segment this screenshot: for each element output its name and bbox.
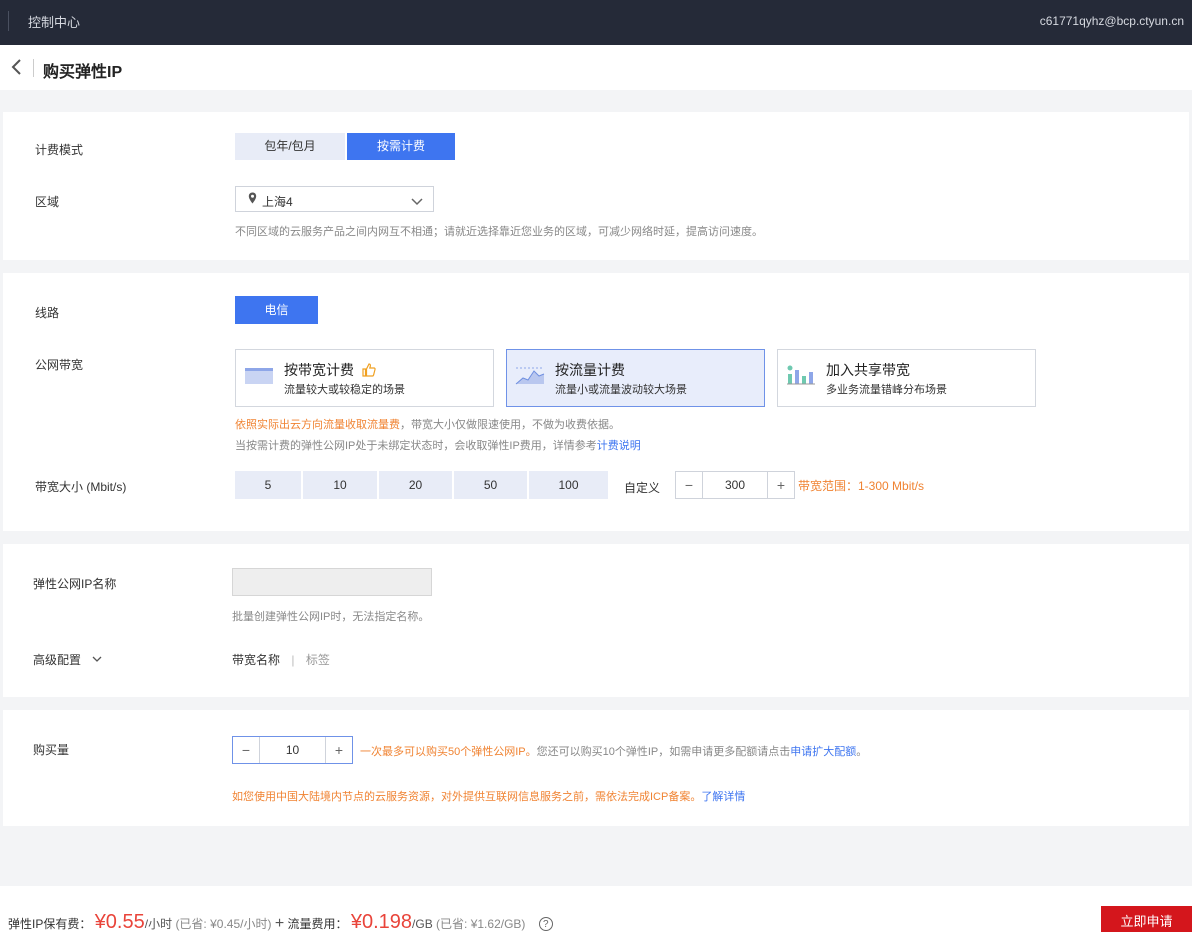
flow-fee-label: 流量费用：	[287, 917, 348, 931]
bandwidth-name-link[interactable]: 带宽名称	[232, 653, 280, 667]
price-footer: 弹性IP保有费： ¥0.55/小时 (已省: ¥0.45/小时) + 流量费用：…	[0, 886, 1192, 932]
bw-card-by-traffic[interactable]: 按流量计费 流量小或流量波动较大场景	[506, 349, 765, 407]
bw-card-title: 按流量计费	[555, 362, 625, 378]
console-link[interactable]: 控制中心	[28, 12, 80, 31]
eip-fee-price: ¥0.55	[94, 911, 145, 932]
price-summary: 弹性IP保有费： ¥0.55/小时 (已省: ¥0.45/小时) + 流量费用：…	[8, 886, 553, 932]
quantity-note: 一次最多可以购买50个弹性公网IP。您还可以购买10个弹性IP，如需申请更多配额…	[360, 746, 868, 758]
bandwidth-note-2: 当按需计费的弹性公网IP处于未绑定状态时，会收取弹性IP费用，详情参考计费说明	[235, 440, 641, 452]
quantity-input[interactable]: 10	[259, 737, 326, 763]
name-section: 弹性公网IP名称 批量创建弹性公网IP时，无法指定名称。 高级配置 带宽名称 |…	[3, 544, 1189, 697]
eip-name-label: 弹性公网IP名称	[33, 577, 117, 591]
billing-mode-label: 计费模式	[35, 143, 84, 157]
bw-size-option[interactable]: 20	[379, 471, 452, 499]
eip-fee-label: 弹性IP保有费：	[8, 917, 92, 931]
billing-doc-link[interactable]: 计费说明	[597, 440, 641, 452]
bw-card-by-bandwidth[interactable]: 按带宽计费 流量较大或较稳定的场景	[235, 349, 494, 407]
bw-size-option[interactable]: 100	[529, 471, 608, 499]
thumbs-up-icon	[362, 363, 376, 380]
quantity-stepper: − 10 +	[232, 736, 353, 764]
eip-name-input[interactable]	[232, 568, 432, 596]
custom-label: 自定义	[624, 481, 661, 495]
billing-region-section: 计费模式 包年/包月 按需计费 区域 上海4 不同区域的云服务产品之间内网互不相…	[3, 112, 1189, 260]
region-value: 上海4	[262, 195, 293, 209]
page-title: 购买弹性IP	[43, 64, 123, 81]
apply-quota-link[interactable]: 申请扩大配额	[790, 746, 856, 758]
location-pin-icon	[248, 192, 257, 207]
bandwidth-range-hint: 带宽范围：1-300 Mbit/s	[798, 479, 925, 493]
traffic-chart-icon	[515, 362, 545, 388]
bandwidth-size-label: 带宽大小 (Mbit/s)	[35, 480, 127, 494]
bw-card-title: 加入共享带宽	[826, 362, 910, 378]
eip-name-hint: 批量创建弹性公网IP时，无法指定名称。	[232, 611, 430, 623]
bandwidth-note-1: 依照实际出云方向流量收取流量费，带宽大小仅做限速使用，不做为收费依据。	[235, 419, 620, 431]
top-navbar: 控制中心 c61771qyhz@bcp.ctyun.cn	[0, 0, 1192, 45]
public-bandwidth-label: 公网带宽	[35, 358, 84, 372]
bandwidth-chart-icon	[244, 362, 274, 388]
shared-bandwidth-icon	[786, 362, 816, 388]
chevron-down-icon	[411, 195, 423, 209]
eip-fee-saved: (已省: ¥0.45/小时)	[175, 917, 272, 931]
eip-fee-unit: /小时	[144, 917, 173, 931]
title-divider	[33, 59, 34, 77]
flow-fee-unit: /GB	[412, 917, 433, 931]
advanced-config-toggle[interactable]: 高级配置	[33, 651, 102, 668]
bw-card-title: 按带宽计费	[284, 360, 376, 380]
quantity-section: 购买量 − 10 + 一次最多可以购买50个弹性公网IP。您还可以购买10个弹性…	[3, 710, 1189, 826]
plus-sign: +	[274, 915, 285, 932]
chevron-down-icon	[92, 652, 102, 666]
bw-card-desc: 多业务流量错峰分布场景	[826, 384, 947, 396]
flow-fee-price: ¥0.198	[350, 911, 413, 932]
bw-size-option[interactable]: 50	[454, 471, 527, 499]
bw-size-option[interactable]: 5	[235, 471, 301, 499]
page-header: 购买弹性IP	[0, 45, 1192, 90]
tag-link[interactable]: 标签	[306, 653, 330, 667]
flow-fee-saved: (已省: ¥1.62/GB)	[436, 917, 526, 931]
line-label: 线路	[35, 306, 60, 320]
topbar-divider	[8, 11, 9, 31]
bandwidth-section: 线路 电信 公网带宽 按带宽计费 流量较大或较稳定的场景 按流量计费 流量小或流…	[3, 273, 1189, 531]
minus-icon[interactable]: −	[233, 737, 259, 763]
line-option-telecom[interactable]: 电信	[235, 296, 318, 324]
bw-card-shared[interactable]: 加入共享带宽 多业务流量错峰分布场景	[777, 349, 1036, 407]
user-account[interactable]: c61771qyhz@bcp.ctyun.cn	[1040, 14, 1184, 28]
bw-size-option[interactable]: 10	[303, 471, 377, 499]
submit-button[interactable]: 立即申请	[1101, 906, 1192, 932]
advanced-summary: 带宽名称 | 标签	[232, 651, 330, 668]
billing-option-ondemand[interactable]: 按需计费	[347, 133, 455, 160]
bandwidth-input[interactable]: 300	[702, 472, 768, 498]
plus-icon[interactable]: +	[768, 472, 794, 498]
separator: |	[291, 653, 295, 667]
help-icon[interactable]: ?	[538, 917, 553, 931]
icp-notice: 如您使用中国大陆境内节点的云服务资源，对外提供互联网信息服务之前，需依法完成IC…	[232, 791, 746, 803]
plus-icon[interactable]: +	[326, 737, 352, 763]
back-arrow-icon[interactable]	[10, 57, 26, 77]
region-label: 区域	[35, 195, 60, 209]
learn-more-link[interactable]: 了解详情	[701, 791, 745, 803]
quantity-label: 购买量	[33, 743, 70, 757]
region-select[interactable]: 上海4	[235, 186, 434, 212]
minus-icon[interactable]: −	[676, 472, 702, 498]
bw-card-desc: 流量较大或较稳定的场景	[284, 384, 405, 396]
region-hint: 不同区域的云服务产品之间内网互不相通；请就近选择靠近您业务的区域，可减少网络时延…	[235, 226, 763, 238]
bandwidth-stepper: − 300 +	[675, 471, 795, 499]
bw-card-desc: 流量小或流量波动较大场景	[555, 384, 687, 396]
billing-option-yearly[interactable]: 包年/包月	[235, 133, 345, 160]
